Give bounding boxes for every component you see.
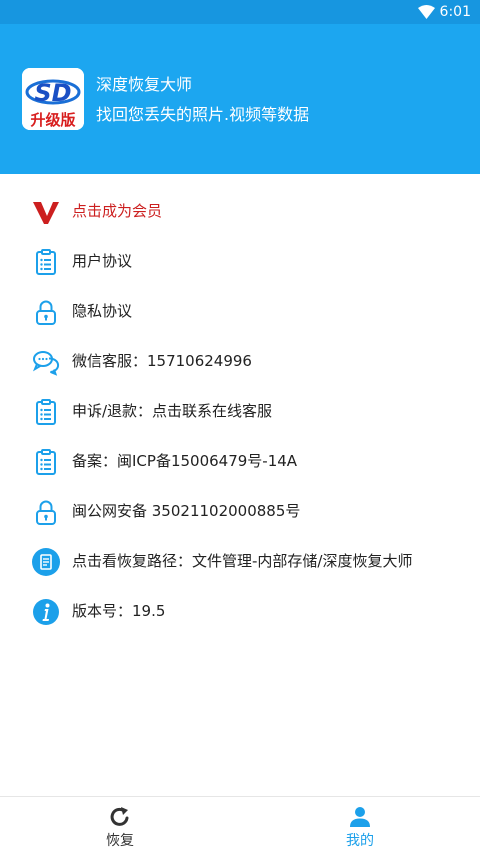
menu-item-label: 用户协议 <box>72 252 133 270</box>
vip-v-icon <box>33 202 59 224</box>
chat-bubbles-icon <box>32 351 60 376</box>
status-time: 6:01 <box>439 4 471 20</box>
menu-item-privacy-policy[interactable]: 隐私协议 <box>0 286 480 336</box>
document-icon <box>32 548 60 576</box>
app-subtitle: 找回您丢失的照片.视频等数据 <box>96 105 310 124</box>
menu-item-label: 申诉/退款：点击联系在线客服 <box>72 402 273 420</box>
refresh-icon <box>110 807 129 826</box>
tab-label: 恢复 <box>106 833 134 849</box>
app-logo: SD 升级版 <box>22 68 84 130</box>
bottom-nav: 恢复 我的 <box>0 796 480 853</box>
tab-recover[interactable]: 恢复 <box>0 797 240 854</box>
menu-item-label: 微信客服：15710624996 <box>72 352 252 370</box>
menu-item-icp-record[interactable]: 备案：闽ICP备15006479号-14A <box>0 436 480 486</box>
logo-letters: SD <box>34 79 71 107</box>
menu-item-refund[interactable]: 申诉/退款：点击联系在线客服 <box>0 386 480 436</box>
menu-item-wechat-service[interactable]: 微信客服：15710624996 <box>0 336 480 386</box>
menu-item-label: 点击看恢复路径：文件管理-内部存储/深度恢复大师 <box>72 552 413 570</box>
menu-item-version: 版本号：19.5 <box>0 586 480 636</box>
menu-item-label: 隐私协议 <box>72 302 133 320</box>
lock-icon <box>36 500 56 525</box>
logo-badge: 升级版 <box>30 111 75 129</box>
clipboard-icon <box>36 449 56 475</box>
menu-item-label: 点击成为会员 <box>72 202 163 220</box>
clipboard-icon <box>36 249 56 275</box>
info-icon <box>33 599 59 625</box>
person-icon <box>350 807 370 827</box>
tab-mine[interactable]: 我的 <box>240 797 480 854</box>
tab-label: 我的 <box>346 833 374 849</box>
menu-item-label: 闽公网安备 35021102000885号 <box>72 502 301 520</box>
status-bar: 6:01 <box>0 0 480 24</box>
menu-item-user-agreement[interactable]: 用户协议 <box>0 236 480 286</box>
clipboard-icon <box>36 399 56 425</box>
menu-item-vip[interactable]: 点击成为会员 <box>0 186 480 236</box>
app-name: 深度恢复大师 <box>96 75 193 94</box>
menu-item-label: 版本号：19.5 <box>72 602 166 620</box>
menu-item-public-security-record[interactable]: 闽公网安备 35021102000885号 <box>0 486 480 536</box>
menu-item-label: 备案：闽ICP备15006479号-14A <box>72 452 298 470</box>
lock-icon <box>36 300 56 325</box>
wifi-icon <box>418 5 435 19</box>
menu-item-recovery-path[interactable]: 点击看恢复路径：文件管理-内部存储/深度恢复大师 <box>0 536 480 586</box>
